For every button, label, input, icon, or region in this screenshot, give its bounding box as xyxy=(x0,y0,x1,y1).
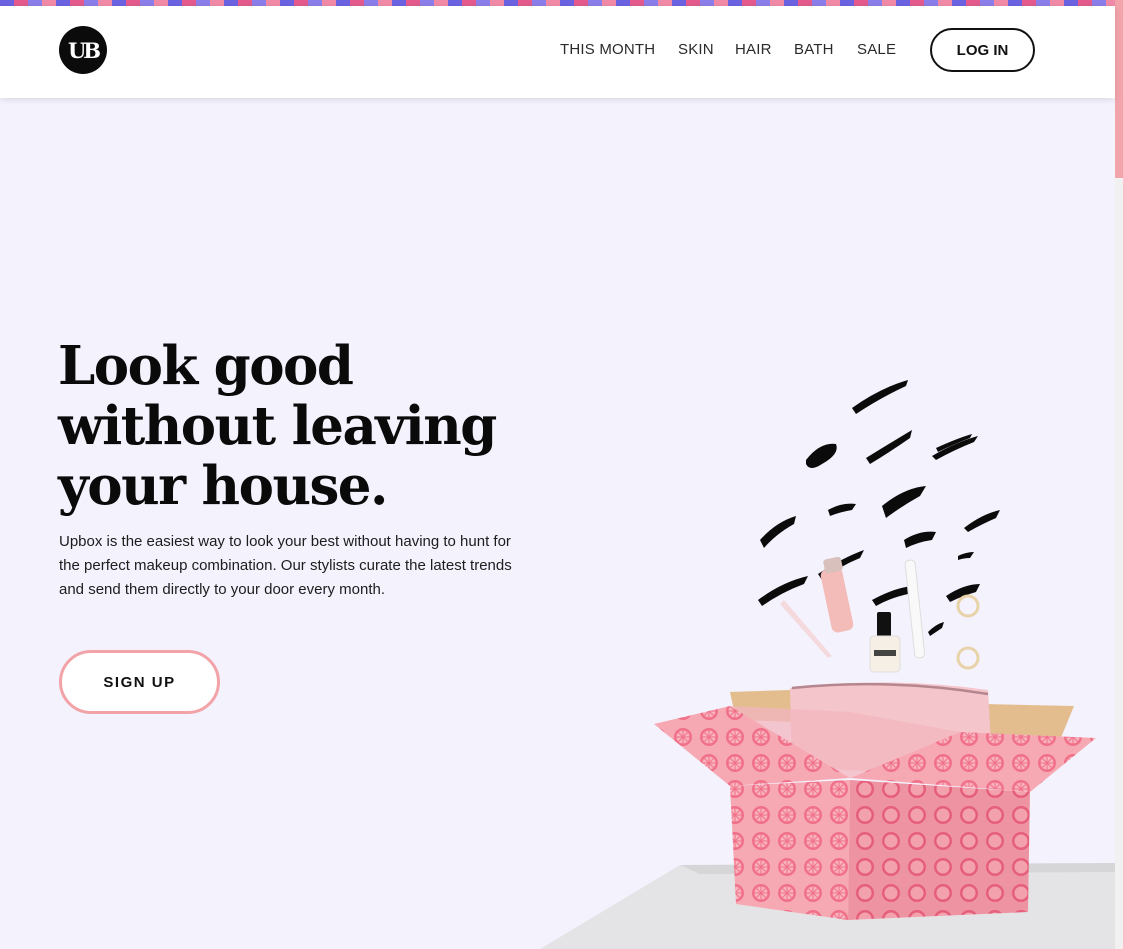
page-scrollbar[interactable] xyxy=(1115,0,1123,949)
gift-box-with-cosmetics-illustration xyxy=(540,380,1115,949)
box-left-panel xyxy=(730,780,850,920)
nav-item-hair[interactable]: HAIR xyxy=(735,41,772,58)
nav-item-bath[interactable]: BATH xyxy=(794,41,834,58)
hero-title-line: Look good xyxy=(58,335,354,397)
login-button[interactable]: LOG IN xyxy=(930,28,1035,72)
hero-title-line: your house. xyxy=(58,455,388,517)
box-right-panel xyxy=(848,780,1030,920)
site-header: UB THIS MONTH SKIN HAIR BATH SALE LOG IN xyxy=(0,6,1115,98)
scrollbar-thumb[interactable] xyxy=(1115,0,1123,178)
cosmetic-items xyxy=(780,556,980,673)
hero-description: Upbox is the easiest way to look your be… xyxy=(59,533,512,598)
nav-item-sale[interactable]: SALE xyxy=(857,41,896,58)
upbox-logo[interactable]: UB xyxy=(59,26,107,74)
nav-item-skin[interactable]: SKIN xyxy=(678,41,714,58)
hero-title-line: without leaving xyxy=(58,395,497,457)
signup-button[interactable]: SIGN UP xyxy=(59,650,220,714)
hero-title: Look good without leaving your house. xyxy=(58,336,538,516)
nav-item-this-month[interactable]: THIS MONTH xyxy=(560,41,655,58)
